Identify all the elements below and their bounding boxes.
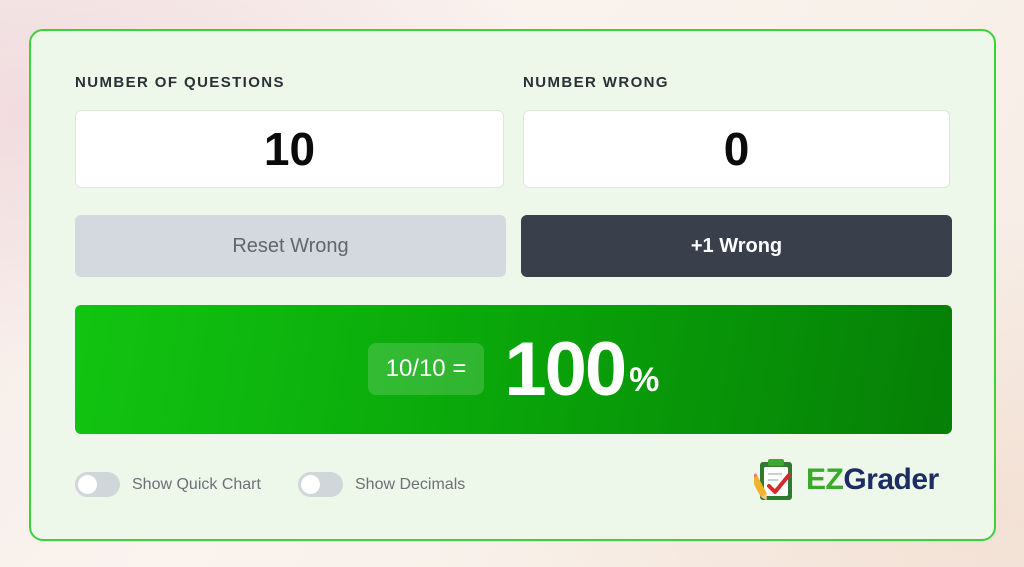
logo-ez-text: EZ [806, 463, 844, 496]
quick-chart-toggle-group: Show Quick Chart [75, 472, 261, 497]
questions-label: NUMBER OF QUESTIONS [75, 74, 285, 91]
clipboard-check-icon [754, 459, 792, 501]
add-wrong-button[interactable]: +1 Wrong [521, 215, 952, 277]
toggle-knob [78, 475, 97, 494]
quick-chart-toggle[interactable] [75, 472, 120, 497]
wrong-input[interactable]: 0 [523, 110, 950, 188]
logo-grader-text: Grader [843, 463, 939, 496]
decimals-label: Show Decimals [355, 475, 466, 493]
logo-wordmark: EZGrader [806, 463, 939, 497]
decimals-toggle-group: Show Decimals [298, 472, 465, 497]
score-fraction: 10/10 = [367, 342, 485, 395]
toggle-knob [301, 475, 320, 494]
grader-card: NUMBER OF QUESTIONS 10 NUMBER WRONG 0 Re… [29, 29, 996, 541]
percent-sign: % [629, 361, 660, 399]
wrong-label: NUMBER WRONG [523, 74, 669, 91]
score-result-panel: 10/10 = 100 % [75, 305, 952, 434]
decimals-toggle[interactable] [298, 472, 343, 497]
ezgrader-logo: EZGrader [754, 456, 939, 504]
questions-input[interactable]: 10 [75, 110, 504, 188]
quick-chart-label: Show Quick Chart [132, 475, 261, 493]
reset-wrong-button[interactable]: Reset Wrong [75, 215, 506, 277]
score-percent: 100 [504, 327, 627, 412]
